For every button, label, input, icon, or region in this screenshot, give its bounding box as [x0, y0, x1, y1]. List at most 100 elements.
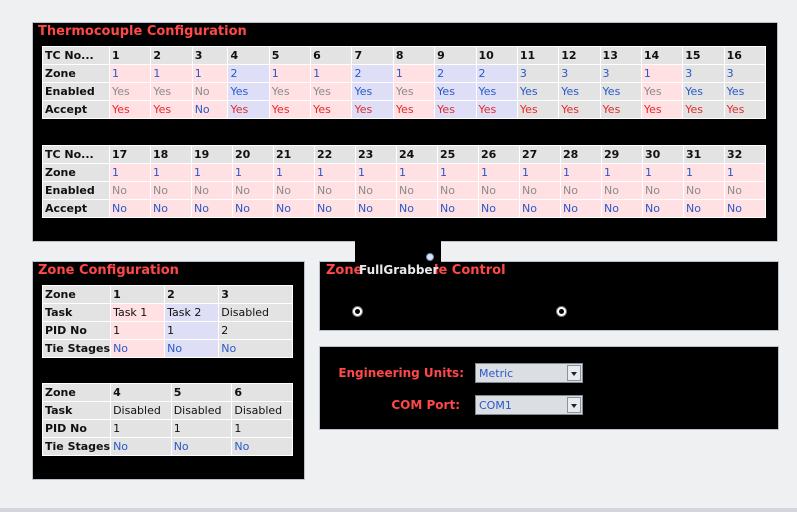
tc-zone-cell[interactable]: 3: [558, 64, 601, 83]
zone-task-cell[interactable]: Task 1: [110, 303, 166, 322]
zone-control-radio-1[interactable]: [352, 306, 363, 317]
tc-zone-cell[interactable]: 2: [475, 64, 518, 83]
tc-accept-cell[interactable]: Yes: [351, 100, 394, 119]
tc-zone-cell[interactable]: 1: [268, 64, 312, 83]
tc-accept-cell[interactable]: No: [560, 199, 602, 218]
tc-accept-cell[interactable]: Yes: [434, 100, 477, 119]
tc-accept-cell[interactable]: No: [355, 199, 397, 218]
tc-zone-cell[interactable]: 1: [683, 163, 725, 182]
engineering-units-select[interactable]: Metric: [475, 363, 583, 383]
zone-tie-stages-cell[interactable]: No: [110, 437, 172, 456]
tc-accept-cell[interactable]: No: [478, 199, 520, 218]
tc-enabled-cell[interactable]: No: [560, 181, 602, 200]
tc-zone-cell[interactable]: 1: [108, 64, 152, 83]
tc-accept-cell[interactable]: No: [724, 199, 766, 218]
tc-enabled-cell[interactable]: Yes: [682, 82, 725, 101]
tc-zone-cell[interactable]: 1: [478, 163, 520, 182]
zone-task-cell[interactable]: Disabled: [170, 401, 233, 420]
tc-zone-cell[interactable]: 1: [640, 64, 684, 83]
tc-zone-cell[interactable]: 3: [516, 64, 560, 83]
tc-zone-cell[interactable]: 3: [723, 64, 767, 83]
tc-accept-cell[interactable]: No: [232, 199, 274, 218]
tc-enabled-cell[interactable]: No: [150, 181, 192, 200]
tc-accept-cell[interactable]: Yes: [723, 100, 767, 119]
tc-accept-cell[interactable]: No: [642, 199, 684, 218]
tc-enabled-cell[interactable]: Yes: [640, 82, 684, 101]
tc-accept-cell[interactable]: No: [683, 199, 725, 218]
zone-pid-cell[interactable]: 1: [110, 321, 166, 340]
zone-task-cell[interactable]: Task 2: [164, 303, 220, 322]
tc-enabled-cell[interactable]: No: [232, 181, 274, 200]
tc-enabled-cell[interactable]: No: [601, 181, 643, 200]
tc-enabled-cell[interactable]: No: [273, 181, 315, 200]
tc-enabled-cell[interactable]: Yes: [434, 82, 477, 101]
tc-zone-cell[interactable]: 1: [109, 163, 151, 182]
tc-enabled-cell[interactable]: No: [724, 181, 766, 200]
tc-accept-cell[interactable]: No: [519, 199, 561, 218]
tc-accept-cell[interactable]: No: [437, 199, 479, 218]
tc-accept-cell[interactable]: No: [150, 199, 192, 218]
zone-pid-cell[interactable]: 2: [218, 321, 293, 340]
tc-enabled-cell[interactable]: Yes: [516, 82, 560, 101]
tc-zone-cell[interactable]: 1: [642, 163, 684, 182]
tc-accept-cell[interactable]: Yes: [227, 100, 270, 119]
zone-pid-cell[interactable]: 1: [170, 419, 233, 438]
tc-accept-cell[interactable]: Yes: [108, 100, 152, 119]
tc-zone-cell[interactable]: 1: [355, 163, 397, 182]
tc-enabled-cell[interactable]: No: [109, 181, 151, 200]
tc-enabled-cell[interactable]: No: [683, 181, 725, 200]
tc-enabled-cell[interactable]: No: [519, 181, 561, 200]
tc-zone-cell[interactable]: 1: [150, 163, 192, 182]
zone-task-cell[interactable]: Disabled: [231, 401, 293, 420]
tc-accept-cell[interactable]: No: [601, 199, 643, 218]
tc-enabled-cell[interactable]: No: [314, 181, 356, 200]
tc-enabled-cell[interactable]: No: [355, 181, 397, 200]
zone-tie-stages-cell[interactable]: No: [164, 339, 220, 358]
tc-enabled-cell[interactable]: Yes: [268, 82, 312, 101]
tc-accept-cell[interactable]: No: [396, 199, 438, 218]
tc-accept-cell[interactable]: Yes: [475, 100, 518, 119]
tc-enabled-cell[interactable]: Yes: [108, 82, 152, 101]
tc-enabled-cell[interactable]: No: [396, 181, 438, 200]
tc-zone-cell[interactable]: 1: [150, 64, 193, 83]
tc-zone-cell[interactable]: 1: [437, 163, 479, 182]
tc-accept-cell[interactable]: Yes: [682, 100, 725, 119]
tc-zone-cell[interactable]: 1: [601, 163, 643, 182]
tc-accept-cell[interactable]: Yes: [310, 100, 353, 119]
chevron-down-icon[interactable]: [567, 397, 581, 413]
zone-tie-stages-cell[interactable]: No: [110, 339, 166, 358]
tc-accept-cell[interactable]: Yes: [599, 100, 642, 119]
tc-zone-cell[interactable]: 1: [191, 163, 233, 182]
tc-zone-cell[interactable]: 2: [227, 64, 270, 83]
tc-enabled-cell[interactable]: Yes: [392, 82, 436, 101]
tc-enabled-cell[interactable]: Yes: [475, 82, 518, 101]
tc-enabled-cell[interactable]: No: [478, 181, 520, 200]
tc-zone-cell[interactable]: 1: [396, 163, 438, 182]
tc-zone-cell[interactable]: 1: [519, 163, 561, 182]
tc-accept-cell[interactable]: Yes: [640, 100, 684, 119]
tc-zone-cell[interactable]: 2: [434, 64, 477, 83]
tc-zone-cell[interactable]: 1: [392, 64, 436, 83]
tc-zone-cell[interactable]: 1: [560, 163, 602, 182]
tc-zone-cell[interactable]: 1: [310, 64, 353, 83]
zone-tie-stages-cell[interactable]: No: [170, 437, 233, 456]
tc-enabled-cell[interactable]: No: [191, 181, 233, 200]
tc-enabled-cell[interactable]: No: [191, 82, 229, 101]
tc-accept-cell[interactable]: Yes: [150, 100, 193, 119]
zone-tie-stages-cell[interactable]: No: [231, 437, 293, 456]
tc-enabled-cell[interactable]: Yes: [227, 82, 270, 101]
zone-control-radio-2[interactable]: [556, 306, 567, 317]
tc-accept-cell[interactable]: No: [109, 199, 151, 218]
chevron-down-icon[interactable]: [567, 365, 581, 381]
tc-accept-cell[interactable]: No: [314, 199, 356, 218]
tc-enabled-cell[interactable]: Yes: [599, 82, 642, 101]
tc-enabled-cell[interactable]: Yes: [351, 82, 394, 101]
tc-zone-cell[interactable]: 3: [599, 64, 642, 83]
tc-enabled-cell[interactable]: Yes: [723, 82, 767, 101]
tc-zone-cell[interactable]: 1: [724, 163, 766, 182]
tc-enabled-cell[interactable]: No: [642, 181, 684, 200]
zone-pid-cell[interactable]: 1: [164, 321, 220, 340]
tc-enabled-cell[interactable]: Yes: [558, 82, 601, 101]
tc-zone-cell[interactable]: 1: [314, 163, 356, 182]
tc-accept-cell[interactable]: No: [273, 199, 315, 218]
